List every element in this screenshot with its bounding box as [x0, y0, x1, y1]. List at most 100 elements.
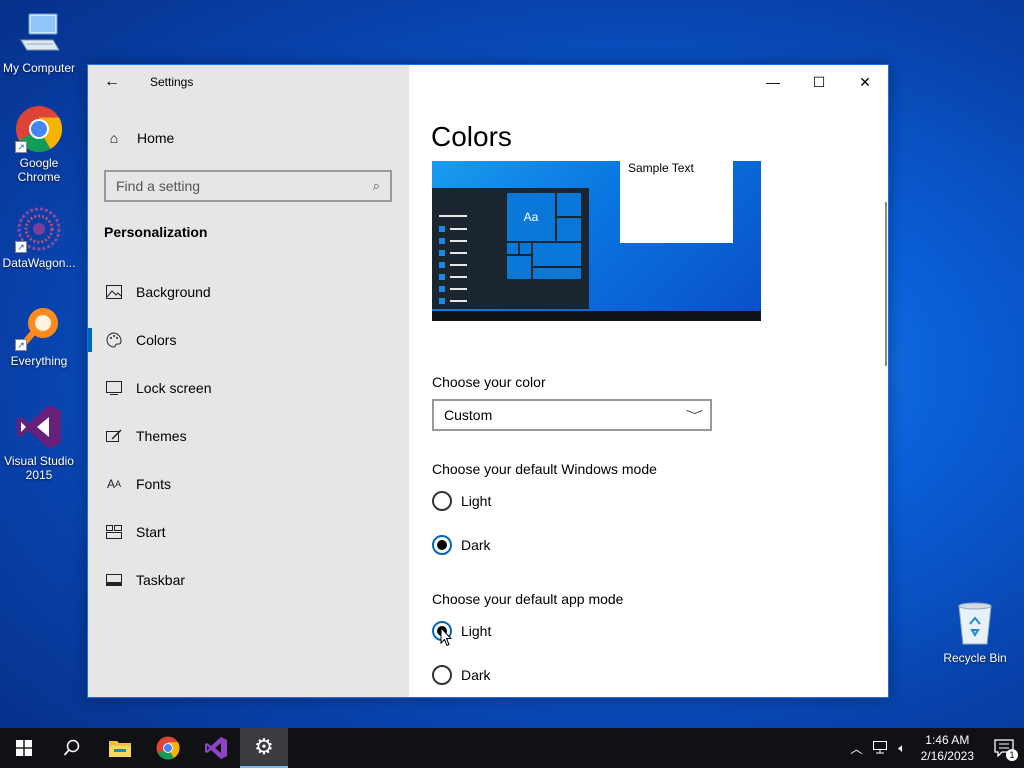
- radio-label: Light: [461, 493, 492, 509]
- sidebar-item-fonts[interactable]: AA Fonts: [88, 460, 409, 508]
- preview-tiles: Aa: [507, 193, 583, 309]
- maximize-button[interactable]: ☐: [796, 65, 842, 99]
- window-title: Settings: [150, 75, 194, 89]
- colors-page: — ☐ ✕ Colors Aa Sample Text Choose your …: [409, 65, 888, 697]
- choose-color-dropdown[interactable]: Custom ﹀: [432, 399, 712, 431]
- windows-mode-dark-radio[interactable]: Dark: [432, 535, 491, 555]
- radio-label: Dark: [461, 537, 491, 553]
- datawagon-icon: ↗: [15, 205, 63, 253]
- system-tray: ︿ 🔈︎ 1:46 AM 2/16/2023 1: [845, 728, 1024, 768]
- lock-screen-icon: [105, 379, 123, 397]
- desktop-icon-label: Everything: [10, 354, 68, 368]
- taskbar-file-explorer[interactable]: [96, 728, 144, 768]
- desktop-icon-visual-studio[interactable]: Visual Studio 2015: [0, 403, 78, 482]
- radio-indicator: [432, 535, 452, 555]
- search-icon: ⌕: [372, 178, 380, 193]
- minimize-button[interactable]: —: [750, 65, 796, 99]
- radio-label: Light: [461, 623, 492, 639]
- clock[interactable]: 1:46 AM 2/16/2023: [911, 732, 984, 764]
- desktop-icon-label: Google Chrome: [17, 156, 61, 184]
- back-arrow-icon: ←: [104, 73, 120, 90]
- sidebar-item-lock-screen[interactable]: Lock screen: [88, 364, 409, 412]
- sidebar-item-label: Fonts: [136, 476, 172, 492]
- sidebar-item-label: Start: [136, 524, 166, 540]
- search-input[interactable]: Find a setting ⌕: [104, 170, 392, 202]
- close-icon: ✕: [859, 73, 871, 90]
- network-icon[interactable]: [867, 740, 893, 757]
- preview-sample-text: Sample Text: [628, 161, 694, 175]
- sidebar-item-taskbar[interactable]: Taskbar: [88, 556, 409, 604]
- radio-indicator: [432, 491, 452, 511]
- folder-icon: [109, 741, 131, 757]
- action-center-button[interactable]: 1: [984, 728, 1024, 768]
- desktop-icon-label: Visual Studio 2015: [4, 454, 74, 482]
- chrome-icon: ↗: [15, 105, 63, 153]
- choose-color-label: Choose your color: [432, 374, 546, 390]
- sidebar-item-background[interactable]: Background: [88, 268, 409, 316]
- close-button[interactable]: ✕: [842, 65, 888, 99]
- home-icon: ⌂: [109, 130, 119, 146]
- taskbar-chrome[interactable]: [144, 728, 192, 768]
- desktop-icon-google-chrome[interactable]: ↗ Google Chrome: [0, 105, 78, 184]
- preview-tile-text: Aa: [523, 210, 539, 224]
- chrome-icon: [156, 736, 180, 760]
- radio-label: Dark: [461, 667, 491, 683]
- clock-time: 1:46 AM: [925, 733, 970, 747]
- desktop-icon-label: My Computer: [2, 61, 76, 75]
- settings-window: ← Settings ⌂ Home Find a setting ⌕ Perso…: [87, 64, 889, 698]
- start-button[interactable]: [0, 728, 48, 768]
- shortcut-arrow-icon: ↗: [15, 141, 27, 153]
- sidebar-item-colors[interactable]: Colors: [88, 316, 409, 364]
- palette-icon: [105, 331, 123, 349]
- start-icon: [105, 523, 123, 541]
- shortcut-arrow-icon: ↗: [15, 339, 27, 351]
- chevron-up-icon[interactable]: ︿: [845, 740, 867, 757]
- preview-window: Sample Text: [620, 161, 733, 243]
- windows-mode-light-radio[interactable]: Light: [432, 491, 491, 511]
- desktop-icon-recycle-bin[interactable]: Recycle Bin: [936, 600, 1014, 665]
- desktop-icon-everything[interactable]: ↗ Everything: [0, 303, 78, 368]
- taskbar-settings[interactable]: ⚙: [240, 728, 288, 768]
- recycle-bin-icon: [951, 600, 999, 648]
- desktop-icon-my-computer[interactable]: My Computer: [0, 10, 78, 75]
- sidebar-item-label: Background: [136, 284, 211, 300]
- window-controls: — ☐ ✕: [750, 65, 888, 99]
- sidebar-item-label: Themes: [136, 428, 187, 444]
- desktop-icon-datawagon[interactable]: ↗ DataWagon...: [0, 205, 78, 270]
- sidebar-item-label: Taskbar: [136, 572, 186, 588]
- desktop-icon-label: Recycle Bin: [943, 651, 1007, 665]
- radio-indicator: [432, 665, 452, 685]
- maximize-icon: ☐: [812, 73, 826, 90]
- home-link[interactable]: ⌂ Home: [88, 123, 409, 153]
- windows-logo-icon: [16, 740, 32, 756]
- gear-icon: ⚙: [254, 734, 274, 759]
- sidebar-nav: Background Colors Lock screen Themes A A…: [88, 268, 409, 604]
- notification-count: 1: [1006, 749, 1018, 761]
- taskbar: ⚙ ︿ 🔈︎ 1:46 AM 2/16/2023 1: [0, 728, 1024, 768]
- taskbar-visual-studio[interactable]: [192, 728, 240, 768]
- home-label: Home: [137, 130, 175, 146]
- preview-taskbar: [432, 311, 761, 321]
- fonts-icon: AA: [106, 477, 122, 491]
- app-mode-label: Choose your default app mode: [432, 591, 624, 607]
- choose-color-value: Custom: [444, 407, 493, 423]
- clock-date: 2/16/2023: [920, 749, 974, 763]
- visual-studio-icon: [205, 737, 227, 759]
- app-mode-dark-radio[interactable]: Dark: [432, 665, 491, 685]
- sidebar-item-start[interactable]: Start: [88, 508, 409, 556]
- mouse-cursor-icon: [440, 627, 452, 647]
- shortcut-arrow-icon: ↗: [15, 241, 27, 253]
- sidebar-item-themes[interactable]: Themes: [88, 412, 409, 460]
- everything-search-icon: ↗: [15, 303, 63, 351]
- minimize-icon: —: [766, 74, 780, 90]
- picture-icon: [105, 283, 123, 301]
- sidebar-item-label: Lock screen: [136, 380, 212, 396]
- scrollbar[interactable]: [885, 202, 887, 366]
- title-bar: ← Settings: [88, 65, 409, 99]
- back-button[interactable]: ←: [98, 71, 126, 93]
- search-icon: [63, 739, 80, 756]
- volume-icon[interactable]: 🔈︎: [893, 741, 910, 756]
- visual-studio-icon: [15, 403, 63, 451]
- taskbar-search-button[interactable]: [48, 728, 96, 768]
- chevron-down-icon: ﹀: [685, 410, 704, 422]
